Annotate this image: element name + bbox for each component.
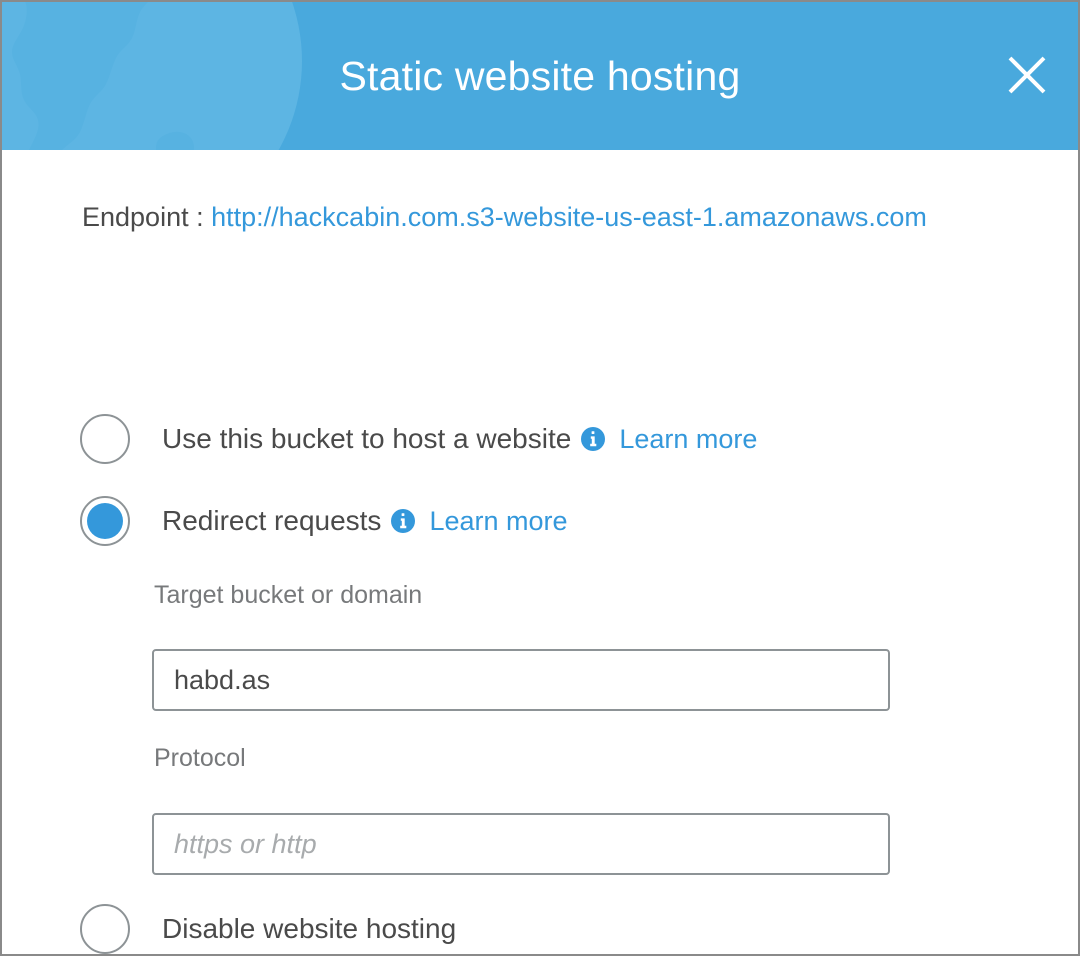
learn-more-link-use-bucket[interactable]: Learn more [619,424,757,455]
option-label-use-bucket: Use this bucket to host a website [162,423,572,454]
target-bucket-label: Target bucket or domain [154,581,423,609]
protocol-input[interactable] [152,813,890,875]
option-use-bucket-to-host-website[interactable]: Use this bucket to host a website Learn … [80,414,757,464]
target-bucket-input[interactable] [152,649,890,711]
endpoint-link[interactable]: http://hackcabin.com.s3-website-us-east-… [211,202,927,232]
option-disable-website-hosting[interactable]: Disable website hosting [80,904,456,954]
protocol-label: Protocol [154,744,246,772]
endpoint-label: Endpoint : [82,202,204,232]
endpoint-row: Endpoint : http://hackcabin.com.s3-websi… [82,202,927,233]
page-title: Static website hosting [339,53,741,99]
modal-body: Endpoint : http://hackcabin.com.s3-websi… [2,150,1078,954]
learn-more-link-redirect-requests[interactable]: Learn more [429,506,567,537]
radio-use-bucket-to-host-website[interactable] [80,414,130,464]
info-icon[interactable] [581,427,606,451]
modal-header: Static website hosting [2,2,1078,150]
close-icon[interactable] [1002,50,1052,100]
option-label-redirect-requests: Redirect requests [162,505,382,536]
static-website-hosting-modal: Static website hosting Endpoint : http:/… [0,0,1080,956]
radio-disable-website-hosting[interactable] [80,904,130,954]
info-icon[interactable] [391,509,416,533]
radio-redirect-requests[interactable] [80,496,130,546]
option-redirect-requests[interactable]: Redirect requests Learn more [80,496,568,546]
option-label-disable-website-hosting: Disable website hosting [162,913,457,944]
